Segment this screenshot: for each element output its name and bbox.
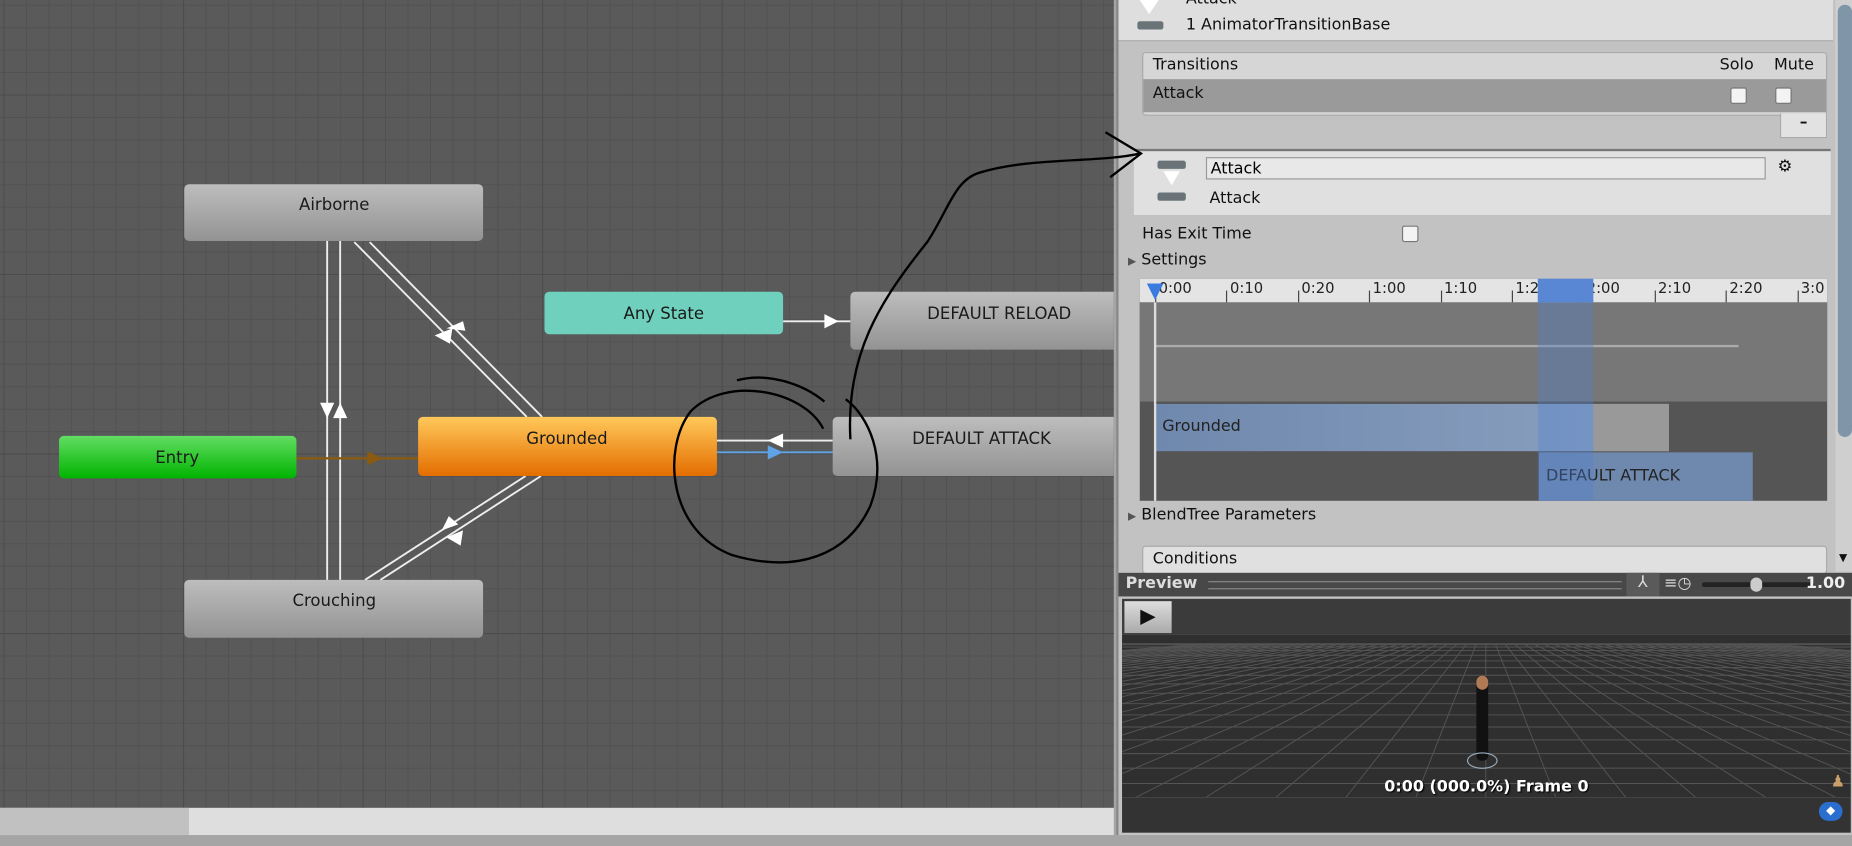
- blendtree-label: BlendTree Parameters: [1141, 505, 1317, 525]
- inspector-panel: Attack 1 AnimatorTransitionBase ▼ Transi…: [1116, 0, 1852, 836]
- mute-checkbox[interactable]: [1775, 87, 1792, 104]
- pivot-icon[interactable]: ⅄: [1626, 572, 1660, 597]
- preview-toolbar: Preview ⅄ ≡◷ 1.00: [1118, 572, 1852, 597]
- ruler-tick: [1226, 290, 1228, 303]
- svg-text:DEFAULT RELOAD: DEFAULT RELOAD: [927, 304, 1071, 323]
- state-airborne[interactable]: Airborne: [184, 184, 484, 241]
- gear-icon[interactable]: ⚙: [1778, 157, 1793, 176]
- svg-text:Airborne: Airborne: [299, 195, 369, 214]
- conditions-title: Conditions: [1152, 549, 1238, 569]
- ruler-tick: [1797, 290, 1799, 303]
- ruler-tick: [1369, 290, 1371, 303]
- source-state-label: Grounded: [1162, 416, 1241, 436]
- speed-slider-thumb[interactable]: [1750, 577, 1763, 592]
- inspector-header: Attack 1 AnimatorTransitionBase: [1118, 0, 1834, 42]
- state-any-state[interactable]: Any State: [544, 291, 784, 335]
- playhead-marker-icon[interactable]: [1146, 283, 1164, 300]
- transitions-title: Transitions: [1152, 55, 1239, 75]
- state-crouching[interactable]: Crouching: [184, 579, 484, 638]
- ruler-label: 2:10: [1658, 278, 1692, 297]
- preview-footer: ◆: [1122, 797, 1851, 833]
- ruler-tick: [1511, 290, 1513, 303]
- play-button[interactable]: ▶: [1124, 601, 1172, 634]
- ruler-tick: [1440, 290, 1442, 303]
- blendtree-foldout[interactable]: ▶ BlendTree Parameters: [1128, 506, 1316, 525]
- ruler-label: 0:00: [1158, 278, 1192, 297]
- ruler-label: 0:20: [1301, 278, 1335, 297]
- has-exit-time-checkbox[interactable]: [1401, 225, 1419, 243]
- speed-slider[interactable]: [1701, 577, 1815, 592]
- speed-clock-icon: ≡◷: [1664, 574, 1692, 593]
- svg-text:Grounded: Grounded: [526, 429, 607, 448]
- conditions-list: Conditions: [1142, 545, 1828, 575]
- ruler-label: 1:10: [1444, 278, 1478, 297]
- vertical-scrollbar-thumb[interactable]: [1837, 4, 1852, 438]
- ruler-label: 3:0: [1800, 278, 1825, 297]
- character-model: [1476, 675, 1489, 761]
- svg-text:DEFAULT ATTACK: DEFAULT ATTACK: [912, 429, 1052, 448]
- transition-row[interactable]: Attack: [1143, 79, 1826, 113]
- preview-status: 0:00 (000.0%) Frame 0: [1384, 777, 1589, 797]
- timeline-ruler: 0:00 0:10 0:20 1:00 1:10 1:20 2:00 2:10 2:20 3:0: [1139, 278, 1828, 303]
- foldout-arrow-icon: ▶: [1127, 256, 1137, 269]
- has-exit-time-label: Has Exit Time: [1142, 224, 1252, 244]
- vertical-scrollbar[interactable]: ▼: [1835, 0, 1852, 572]
- ruler-tick: [1297, 290, 1299, 303]
- ruler-label: 0:10: [1229, 278, 1264, 297]
- root-gizmo-icon: [1466, 752, 1498, 769]
- preview-title: Preview: [1125, 574, 1198, 593]
- transition-duration-handle[interactable]: [1537, 278, 1594, 303]
- ruler-tick: [1725, 290, 1727, 303]
- animator-graph[interactable]: Airborne Any State DEFAULT RELOAD Entry …: [0, 0, 1114, 808]
- timeline-curve: [1155, 344, 1739, 348]
- remove-transition-button[interactable]: –: [1779, 113, 1828, 139]
- tag-icon[interactable]: ◆: [1818, 801, 1843, 821]
- svg-text:Entry: Entry: [155, 448, 199, 467]
- transition-icon: [1157, 160, 1186, 201]
- transition-label: Attack: [1209, 188, 1261, 208]
- transition-header: Attack ⚙: [1133, 148, 1831, 215]
- svg-text:Crouching: Crouching: [292, 591, 376, 610]
- transitions-list: Transitions Solo Mute Attack: [1142, 51, 1828, 116]
- solo-checkbox[interactable]: [1730, 87, 1747, 104]
- header-subtitle: 1 AnimatorTransitionBase: [1185, 15, 1391, 35]
- state-default-attack[interactable]: DEFAULT ATTACK: [832, 416, 1114, 476]
- source-state-tail: [1593, 403, 1669, 452]
- settings-label: Settings: [1141, 250, 1207, 270]
- preview-viewport[interactable]: 0:00 (000.0%) Frame 0 ♟: [1122, 634, 1851, 798]
- transition-timeline[interactable]: 0:00 0:10 0:20 1:00 1:10 1:20 2:00 2:10 2:20 3:0 …: [1139, 278, 1828, 501]
- header-title: Attack: [1186, 0, 1237, 8]
- state-entry[interactable]: Entry: [59, 435, 297, 479]
- state-grounded[interactable]: Grounded: [418, 416, 717, 476]
- transition-row-label: Attack: [1152, 83, 1204, 103]
- scroll-down-arrow[interactable]: ▼: [1839, 553, 1847, 565]
- state-default-reload[interactable]: DEFAULT RELOAD: [850, 291, 1114, 350]
- mute-header: Mute: [1774, 55, 1814, 75]
- solo-header: Solo: [1719, 55, 1754, 75]
- avatar-icon[interactable]: ♟: [1831, 772, 1845, 791]
- foldout-arrow-icon: ▶: [1127, 511, 1137, 524]
- playhead-line: [1153, 302, 1157, 501]
- transition-duration-overlay[interactable]: [1537, 278, 1594, 501]
- ruler-tick: [1654, 290, 1656, 303]
- transition-name-field[interactable]: [1205, 157, 1766, 180]
- horizontal-scrollbar-thumb[interactable]: [0, 807, 189, 836]
- timeline-curve-area: [1139, 302, 1828, 402]
- ruler-label: 2:20: [1729, 278, 1763, 297]
- preview-timebar: ▶: [1122, 598, 1851, 635]
- ruler-label: 1:00: [1372, 278, 1406, 297]
- preview-drag-handle[interactable]: [1208, 581, 1622, 590]
- speed-value: 1.00: [1805, 574, 1846, 593]
- settings-foldout[interactable]: ▶ Settings: [1128, 250, 1207, 269]
- transition-icon: [1137, 0, 1164, 31]
- svg-text:Any State: Any State: [624, 304, 705, 323]
